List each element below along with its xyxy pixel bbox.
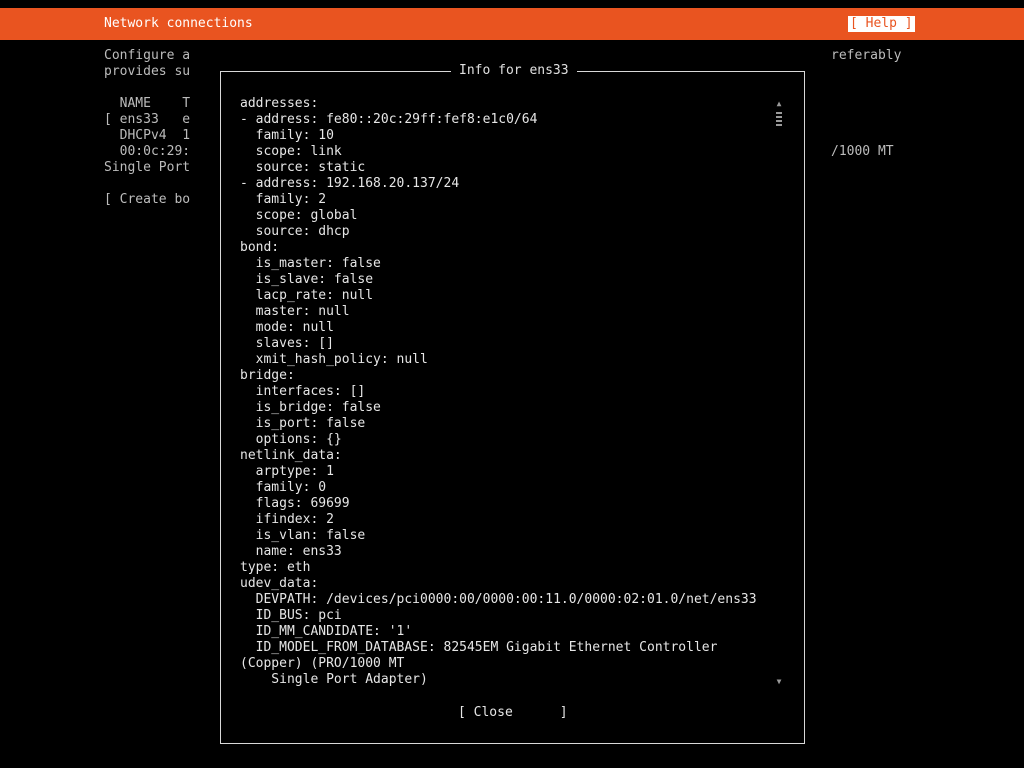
scroll-up-icon[interactable]: ▲ — [775, 100, 783, 108]
dialog-title: Info for ens33 — [451, 63, 577, 79]
help-button[interactable]: [ Help ] — [848, 16, 915, 32]
info-line: ifindex: 2 — [240, 512, 334, 527]
info-line: family: 0 — [240, 480, 327, 495]
bg-line-right: referably — [831, 48, 902, 63]
info-line: name: ens33 — [240, 544, 342, 559]
info-line: is_slave: false — [240, 272, 374, 287]
header-bar: Network connections [ Help ] — [0, 8, 1024, 40]
info-line: ID_BUS: pci — [240, 608, 342, 623]
bg-line: DHCPv4 1 — [104, 128, 191, 143]
info-line: DEVPATH: /devices/pci0000:00/0000:00:11.… — [240, 592, 757, 607]
info-line: (Copper) (PRO/1000 MT — [240, 656, 405, 671]
info-line: flags: 69699 — [240, 496, 350, 511]
bg-line: Single Port — [104, 160, 191, 175]
info-line: ID_MM_CANDIDATE: '1' — [240, 624, 413, 639]
info-line: scope: link — [240, 144, 342, 159]
close-button[interactable]: [ Close ] — [458, 705, 568, 721]
info-line: addresses: — [240, 96, 319, 111]
info-line: is_bridge: false — [240, 400, 381, 415]
scrollbar[interactable]: ▲ ▼ — [775, 100, 783, 686]
info-line: is_master: false — [240, 256, 381, 271]
info-line: lacp_rate: null — [240, 288, 374, 303]
info-line: source: static — [240, 160, 366, 175]
info-line: scope: global — [240, 208, 358, 223]
info-line: type: eth — [240, 560, 311, 575]
info-line: family: 2 — [240, 192, 327, 207]
scroll-down-icon[interactable]: ▼ — [775, 678, 783, 686]
info-line: bond: — [240, 240, 280, 255]
info-line: master: null — [240, 304, 350, 319]
bg-line: Configure a — [104, 48, 191, 63]
info-line: ID_MODEL_FROM_DATABASE: 82545EM Gigabit … — [240, 640, 718, 655]
bg-interface-row-ens33[interactable]: [ ens33 e — [104, 112, 190, 128]
info-line: options: {} — [240, 432, 342, 447]
info-line: mode: null — [240, 320, 334, 335]
info-line: source: dhcp — [240, 224, 350, 239]
info-line: - address: 192.168.20.137/24 — [240, 176, 460, 191]
info-line: interfaces: [] — [240, 384, 366, 399]
info-dialog: Info for ens33 addresses: - address: fe8… — [220, 63, 805, 744]
info-line: arptype: 1 — [240, 464, 334, 479]
info-line: udev_data: — [240, 576, 319, 591]
info-line: slaves: [] — [240, 336, 334, 351]
scroll-thumb[interactable] — [776, 112, 782, 128]
info-content[interactable]: addresses: - address: fe80::20c:29ff:fef… — [240, 96, 780, 690]
bg-line: 00:0c:29: — [104, 144, 191, 159]
info-line: family: 10 — [240, 128, 334, 143]
info-line: netlink_data: — [240, 448, 342, 463]
info-line: Single Port Adapter) — [240, 672, 428, 687]
bg-line-right: /1000 MT — [831, 144, 894, 159]
info-line: bridge: — [240, 368, 295, 383]
bg-column-header: NAME T — [104, 96, 191, 111]
info-line: - address: fe80::20c:29ff:fef8:e1c0/64 — [240, 112, 538, 127]
bg-create-bond-button[interactable]: [ Create bo — [104, 192, 190, 208]
info-line: is_vlan: false — [240, 528, 366, 543]
screen-title: Network connections — [104, 16, 253, 31]
bg-line: provides su — [104, 64, 191, 79]
info-line: is_port: false — [240, 416, 366, 431]
info-line: xmit_hash_policy: null — [240, 352, 428, 367]
